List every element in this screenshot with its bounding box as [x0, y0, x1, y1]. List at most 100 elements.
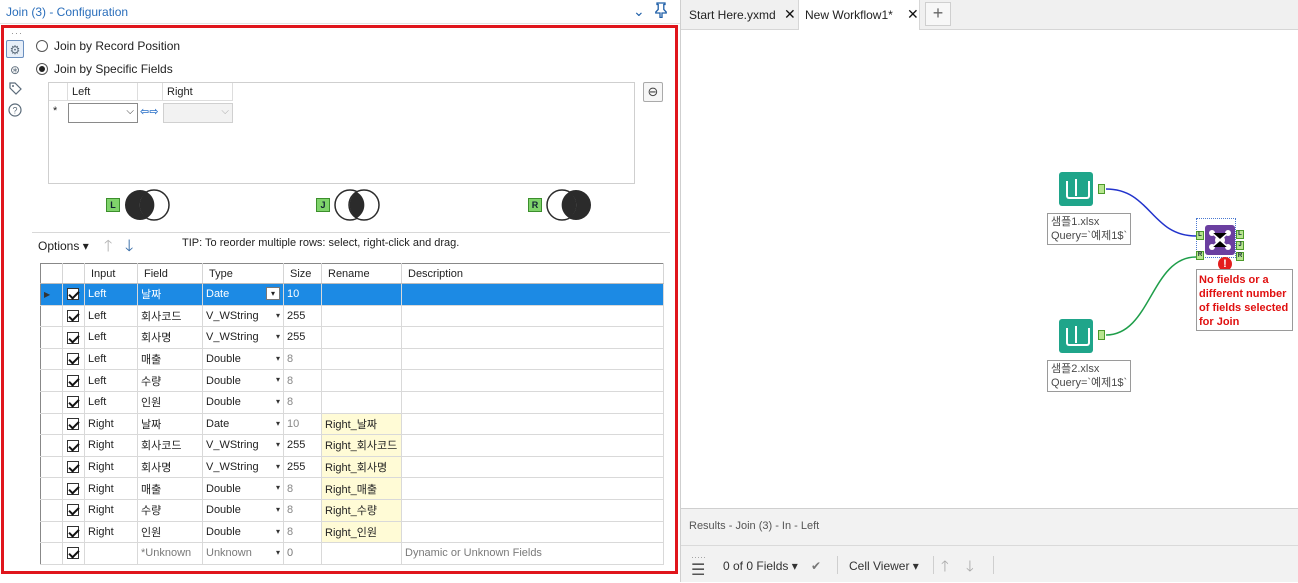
- size-cell[interactable]: 8: [283, 391, 322, 414]
- size-cell[interactable]: 10: [283, 283, 322, 306]
- table-row[interactable]: Right 회사명 V_WString ▾ 255 Right_회사명: [40, 456, 664, 479]
- description-cell[interactable]: [401, 391, 664, 414]
- select-checkbox-cell[interactable]: [62, 391, 85, 414]
- description-cell[interactable]: [401, 413, 664, 436]
- table-row[interactable]: Right 회사코드 V_WString ▾ 255 Right_회사코드: [40, 434, 664, 457]
- cell-viewer-dropdown[interactable]: Cell Viewer ▾: [849, 559, 919, 573]
- row-indicator[interactable]: [40, 391, 63, 414]
- select-checkbox-cell[interactable]: [62, 369, 85, 392]
- type-cell[interactable]: Double ▾: [202, 499, 284, 522]
- radio-button-selected[interactable]: [36, 63, 48, 75]
- description-cell[interactable]: Dynamic or Unknown Fields: [401, 542, 664, 565]
- tab-start-here[interactable]: Start Here.yxmd: [689, 0, 799, 30]
- swap-arrows-icon[interactable]: ⇦⇨: [140, 105, 158, 118]
- row-indicator[interactable]: [40, 521, 63, 544]
- checkbox[interactable]: [67, 547, 79, 560]
- radio-button[interactable]: [36, 40, 48, 52]
- row-indicator[interactable]: [40, 499, 63, 522]
- type-cell[interactable]: V_WString ▾: [202, 305, 284, 328]
- dropdown-arrow-icon[interactable]: ▾: [276, 548, 280, 557]
- type-cell[interactable]: Unknown ▾: [202, 542, 284, 565]
- select-checkbox-cell[interactable]: [62, 456, 85, 479]
- row-indicator[interactable]: [40, 542, 63, 565]
- inner-join-venn[interactable]: J: [316, 188, 386, 222]
- rename-cell[interactable]: [321, 326, 402, 349]
- size-cell[interactable]: 255: [283, 305, 322, 328]
- rename-cell[interactable]: Right_인원: [321, 521, 402, 544]
- dropdown-arrow-icon[interactable]: ▾: [276, 375, 280, 384]
- rename-cell[interactable]: [321, 369, 402, 392]
- row-indicator[interactable]: [40, 477, 63, 500]
- help-icon[interactable]: ?: [6, 103, 24, 121]
- select-checkbox-cell[interactable]: [62, 283, 85, 306]
- move-up-arrow-icon[interactable]: 🡑: [104, 235, 112, 262]
- size-cell[interactable]: 8: [283, 348, 322, 371]
- input-data-tool-2[interactable]: [1059, 319, 1093, 353]
- table-row[interactable]: Left 회사코드 V_WString ▾ 255: [40, 305, 664, 328]
- size-column-header[interactable]: Size: [283, 263, 322, 284]
- description-cell[interactable]: [401, 499, 664, 522]
- join-output-right-anchor[interactable]: R: [1236, 252, 1244, 261]
- rename-cell[interactable]: Right_날짜: [321, 413, 402, 436]
- options-dropdown[interactable]: Options ▾: [38, 239, 89, 253]
- join-by-position-option[interactable]: Join by Record Position: [36, 38, 180, 54]
- table-row[interactable]: Left 매출 Double ▾ 8: [40, 348, 664, 371]
- row-indicator[interactable]: [40, 434, 63, 457]
- type-column-header[interactable]: Type: [202, 263, 284, 284]
- type-cell[interactable]: Double ▾: [202, 348, 284, 371]
- join-input-left-anchor[interactable]: L: [1196, 231, 1204, 240]
- right-join-venn[interactable]: R: [528, 188, 598, 222]
- down-arrow-icon[interactable]: 🡓: [966, 556, 974, 581]
- description-cell[interactable]: [401, 521, 664, 544]
- row-indicator[interactable]: [40, 305, 63, 328]
- join-output-left-anchor[interactable]: L: [1236, 230, 1244, 239]
- dropdown-arrow-icon[interactable]: ▾: [266, 287, 280, 300]
- rename-column-header[interactable]: Rename: [321, 263, 402, 284]
- tab-new-workflow[interactable]: New Workflow1* ✕: [798, 0, 920, 30]
- checkmark-icon[interactable]: ✔: [811, 559, 821, 573]
- input-data-tool-1[interactable]: [1059, 172, 1093, 206]
- up-arrow-icon[interactable]: 🡑: [941, 556, 949, 581]
- left-field-select[interactable]: ⌵: [68, 103, 138, 123]
- tag-icon[interactable]: [6, 82, 24, 100]
- table-row[interactable]: Left 인원 Double ▾ 8: [40, 391, 664, 414]
- chevron-down-icon[interactable]: ⌄: [633, 2, 645, 20]
- select-checkbox-cell[interactable]: [62, 477, 85, 500]
- size-cell[interactable]: 255: [283, 456, 322, 479]
- description-cell[interactable]: [401, 369, 664, 392]
- type-cell[interactable]: Double ▾: [202, 521, 284, 544]
- checkbox[interactable]: [67, 309, 79, 322]
- description-cell[interactable]: [401, 456, 664, 479]
- checkbox[interactable]: [67, 461, 79, 474]
- checkbox[interactable]: [67, 288, 79, 301]
- select-checkbox-cell[interactable]: [62, 499, 85, 522]
- field-column-header[interactable]: Field: [137, 263, 203, 284]
- table-row[interactable]: Right 날짜 Date ▾ 10 Right_날짜: [40, 413, 664, 436]
- size-cell[interactable]: 8: [283, 499, 322, 522]
- input-column-header[interactable]: Input: [84, 263, 138, 284]
- rename-cell[interactable]: [321, 348, 402, 371]
- table-row[interactable]: Right 수량 Double ▾ 8 Right_수량: [40, 499, 664, 522]
- size-cell[interactable]: 8: [283, 369, 322, 392]
- select-checkbox-cell[interactable]: [62, 521, 85, 544]
- type-cell[interactable]: Date ▾: [202, 283, 284, 306]
- table-row[interactable]: Right 매출 Double ▾ 8 Right_매출: [40, 477, 664, 500]
- type-cell[interactable]: V_WString ▾: [202, 326, 284, 349]
- rename-cell[interactable]: Right_회사명: [321, 456, 402, 479]
- checkbox[interactable]: [67, 482, 79, 495]
- gear-icon[interactable]: ⚙: [6, 40, 24, 58]
- remove-row-button[interactable]: ⊖: [643, 82, 663, 102]
- row-indicator[interactable]: [40, 413, 63, 436]
- type-cell[interactable]: Double ▾: [202, 477, 284, 500]
- table-row[interactable]: Right 인원 Double ▾ 8 Right_인원: [40, 521, 664, 544]
- dropdown-arrow-icon[interactable]: ▾: [276, 462, 280, 471]
- size-cell[interactable]: 10: [283, 413, 322, 436]
- rename-cell[interactable]: [321, 542, 402, 565]
- description-cell[interactable]: [401, 283, 664, 306]
- rename-cell[interactable]: Right_회사코드: [321, 434, 402, 457]
- rename-cell[interactable]: [321, 305, 402, 328]
- add-tab-button[interactable]: +: [925, 2, 951, 26]
- description-cell[interactable]: [401, 477, 664, 500]
- table-view-icon[interactable]: ☰: [691, 560, 705, 580]
- row-indicator[interactable]: [40, 369, 63, 392]
